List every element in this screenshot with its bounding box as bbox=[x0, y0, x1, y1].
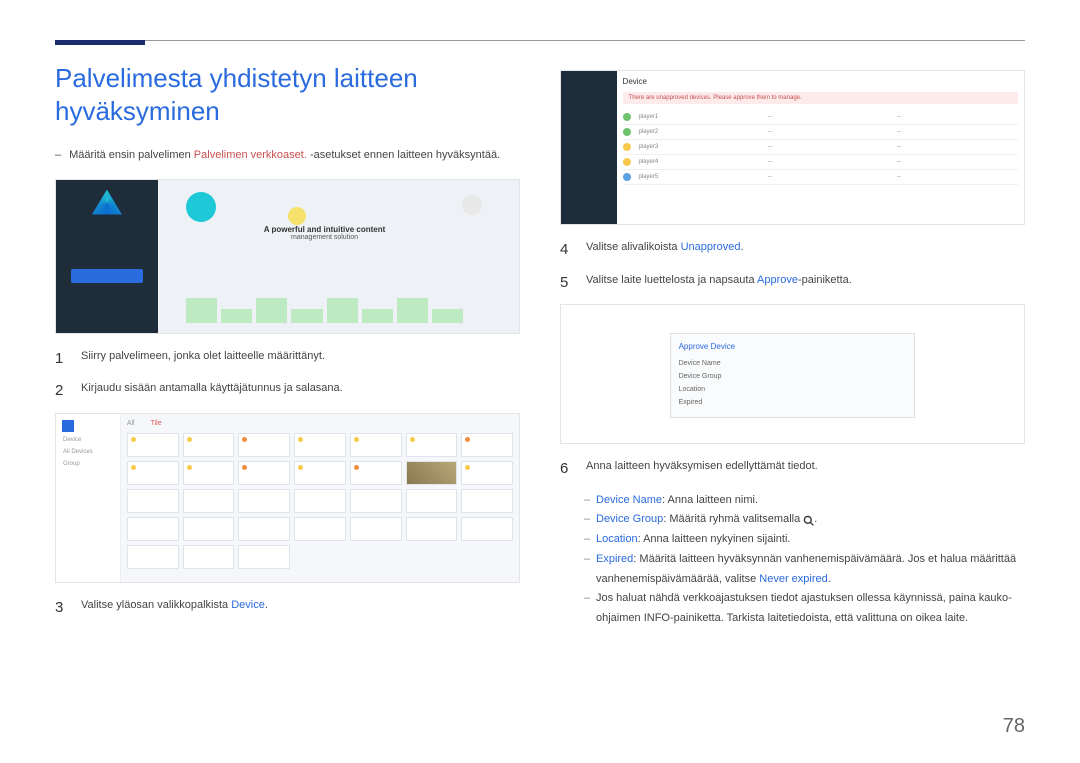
table-row: player3---- bbox=[623, 140, 1018, 155]
step-number: 2 bbox=[55, 380, 69, 403]
list-item: Expired: Määritä laitteen hyväksynnän va… bbox=[584, 550, 1025, 590]
step-text: Siirry palvelimeen, jonka olet laitteell… bbox=[81, 348, 325, 371]
slogan-top: A powerful and intuitive content bbox=[186, 225, 464, 234]
sub-note: Jos haluat nähdä verkkoajastuksen tiedot… bbox=[596, 592, 1012, 624]
step-number: 3 bbox=[55, 597, 69, 620]
modal-line: Device Group bbox=[679, 370, 907, 383]
step-post: . bbox=[741, 241, 744, 253]
step-pre: Valitse yläosan valikkopalkista bbox=[81, 599, 231, 611]
table-row: player1---- bbox=[623, 110, 1018, 125]
step-4: 4 Valitse alivalikoista Unapproved. bbox=[560, 239, 1025, 262]
list-item: Device Name: Anna laitteen nimi. bbox=[584, 491, 1025, 511]
intro-text: ‒ Määritä ensin palvelimen Palvelimen ve… bbox=[55, 147, 520, 164]
table-row: player5---- bbox=[623, 170, 1018, 185]
stat-circle-icon bbox=[186, 192, 216, 222]
logo-icon bbox=[92, 190, 122, 215]
list-item: Location: Anna laitteen nykyinen sijaint… bbox=[584, 530, 1025, 550]
sub-text: : Anna laitteen nimi. bbox=[662, 494, 758, 506]
list-item: Device Group: Määritä ryhmä valitsemalla… bbox=[584, 510, 1025, 530]
sub-label: Location bbox=[596, 533, 638, 545]
step-number: 6 bbox=[560, 458, 574, 481]
fig-sidebar bbox=[561, 71, 617, 224]
step-2: 2 Kirjaudu sisään antamalla käyttäjätunn… bbox=[55, 380, 520, 403]
sidebar-title: Device bbox=[60, 434, 116, 446]
fig-heading: Device bbox=[623, 77, 1018, 86]
fig-panel: Device There are unapproved devices. Ple… bbox=[617, 71, 1024, 224]
modal-title: Approve Device bbox=[679, 342, 907, 351]
step-number: 4 bbox=[560, 239, 574, 262]
step-post: -painiketta. bbox=[798, 274, 852, 286]
sidebar-item: Group bbox=[60, 458, 116, 470]
modal-line: Expired bbox=[679, 396, 907, 409]
sub-text: : Määritä ryhmä valitsemalla bbox=[663, 513, 803, 525]
dash-icon: ‒ bbox=[55, 147, 66, 164]
slogan-bottom: management solution bbox=[291, 234, 358, 241]
header-rule bbox=[55, 40, 1025, 42]
logo-icon bbox=[62, 420, 74, 432]
step-highlight: Unapproved bbox=[681, 241, 741, 253]
sub-label: Expired bbox=[596, 553, 633, 565]
sub-label: Device Group bbox=[596, 513, 663, 525]
intro-pre: Määritä ensin palvelimen bbox=[69, 149, 194, 161]
step-text: Anna laitteen hyväksymisen edellyttämät … bbox=[586, 458, 818, 481]
stat-circle-icon bbox=[462, 195, 482, 215]
fig-sidebar: Device All Devices Group bbox=[56, 414, 121, 582]
step-text: Valitse yläosan valikkopalkista Device. bbox=[81, 597, 268, 620]
fig-modal: Approve Device Device Name Device Group … bbox=[670, 333, 916, 418]
stat-circle-icon bbox=[288, 207, 306, 225]
sub-label: Device Name bbox=[596, 494, 662, 506]
sub-text: : Anna laitteen nykyinen sijainti. bbox=[638, 533, 791, 545]
list-item: Jos haluat nähdä verkkoajastuksen tiedot… bbox=[584, 589, 1025, 629]
sub-post: . bbox=[814, 513, 817, 525]
sub-post: . bbox=[828, 573, 831, 585]
fig-sidebar bbox=[56, 180, 158, 333]
step-pre: Valitse laite luettelosta ja napsauta bbox=[586, 274, 757, 286]
search-icon bbox=[803, 514, 814, 525]
step-3: 3 Valitse yläosan valikkopalkista Device… bbox=[55, 597, 520, 620]
step-6: 6 Anna laitteen hyväksymisen edellyttämä… bbox=[560, 458, 1025, 481]
step-5: 5 Valitse laite luettelosta ja napsauta … bbox=[560, 272, 1025, 295]
fig-grid bbox=[127, 433, 513, 569]
step-text: Valitse laite luettelosta ja napsauta Ap… bbox=[586, 272, 852, 295]
modal-line: Device Name bbox=[679, 357, 907, 370]
page-title: Palvelimesta yhdistetyn laitteen hyväksy… bbox=[55, 62, 520, 127]
sub-list: Device Name: Anna laitteen nimi. Device … bbox=[584, 491, 1025, 630]
fig-bars bbox=[186, 288, 464, 323]
page-number: 78 bbox=[1003, 715, 1025, 738]
step-post: . bbox=[265, 599, 268, 611]
fig-main: All Tile bbox=[121, 414, 519, 582]
left-column: Palvelimesta yhdistetyn laitteen hyväksy… bbox=[55, 62, 520, 629]
step-number: 5 bbox=[560, 272, 574, 295]
step-pre: Valitse alivalikoista bbox=[586, 241, 681, 253]
intro-highlight: Palvelimen verkkoaset. bbox=[194, 149, 307, 161]
figure-unapproved-list: Device There are unapproved devices. Ple… bbox=[560, 70, 1025, 225]
fig-tab-active: Tile bbox=[151, 420, 162, 427]
step-text: Valitse alivalikoista Unapproved. bbox=[586, 239, 744, 262]
fig-warning: There are unapproved devices. Please app… bbox=[623, 92, 1018, 104]
step-number: 1 bbox=[55, 348, 69, 371]
step-highlight: Approve bbox=[757, 274, 798, 286]
step-highlight: Device bbox=[231, 599, 265, 611]
figure-approve-modal: Approve Device Device Name Device Group … bbox=[560, 304, 1025, 444]
modal-line: Location bbox=[679, 383, 907, 396]
fig-slogan: A powerful and intuitive content managem… bbox=[186, 225, 464, 241]
table-row: player4---- bbox=[623, 155, 1018, 170]
sidebar-item: All Devices bbox=[60, 446, 116, 458]
fig-tab: All bbox=[127, 420, 135, 427]
step-1: 1 Siirry palvelimeen, jonka olet laittee… bbox=[55, 348, 520, 371]
fig-button bbox=[71, 269, 142, 283]
table-row: player2---- bbox=[623, 125, 1018, 140]
fig-tabs: All Tile bbox=[127, 420, 513, 427]
figure-server-dashboard: A powerful and intuitive content managem… bbox=[55, 179, 520, 334]
figure-device-grid: Device All Devices Group All Tile bbox=[55, 413, 520, 583]
sub-highlight: Never expired bbox=[759, 573, 827, 585]
right-column: Device There are unapproved devices. Ple… bbox=[560, 62, 1025, 629]
intro-post: -asetukset ennen laitteen hyväksyntää. bbox=[307, 149, 500, 161]
step-text: Kirjaudu sisään antamalla käyttäjätunnus… bbox=[81, 380, 343, 403]
